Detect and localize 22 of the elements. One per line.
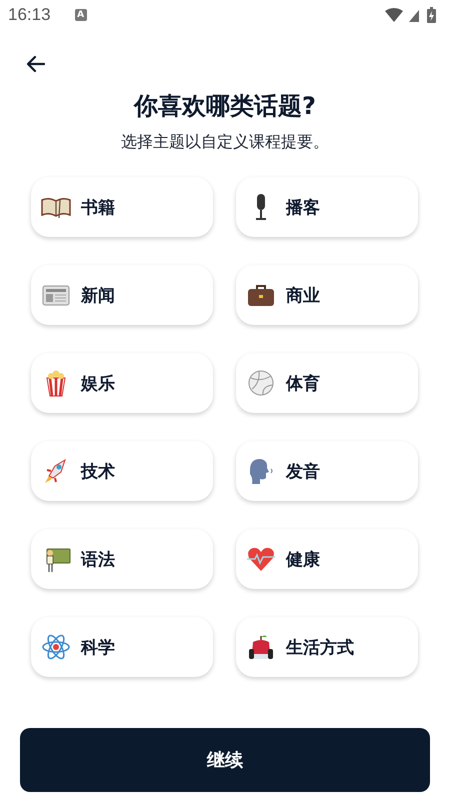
topic-option[interactable]: 发音 — [236, 441, 418, 501]
topic-option[interactable]: 体育 — [236, 353, 418, 413]
atom-icon — [41, 632, 71, 662]
battery-icon — [427, 7, 436, 23]
page-title: 你喜欢哪类话题? — [132, 91, 317, 122]
volleyball-icon — [246, 368, 276, 398]
topic-option[interactable]: 新闻 — [31, 265, 213, 325]
page-subtitle: 选择主题以自定义课程提要。 — [120, 132, 330, 153]
topic-option[interactable]: 播客 — [236, 177, 418, 237]
topic-option[interactable]: 技术 — [31, 441, 213, 501]
topic-option[interactable]: 商业 — [236, 265, 418, 325]
signal-icon — [409, 8, 421, 22]
status-time: 16:13 — [8, 5, 51, 25]
topic-option[interactable]: 科学 — [31, 617, 213, 677]
topic-option[interactable]: 娱乐 — [31, 353, 213, 413]
notification-badge: A — [74, 9, 87, 21]
wifi-icon — [385, 8, 403, 22]
topic-option[interactable]: 生活方式 — [236, 617, 418, 677]
topic-option[interactable]: 语法 — [31, 529, 213, 589]
topic-option[interactable]: 健康 — [236, 529, 418, 589]
continue-button[interactable]: 继续 — [20, 728, 430, 792]
topic-option[interactable]: 书籍 — [31, 177, 213, 237]
